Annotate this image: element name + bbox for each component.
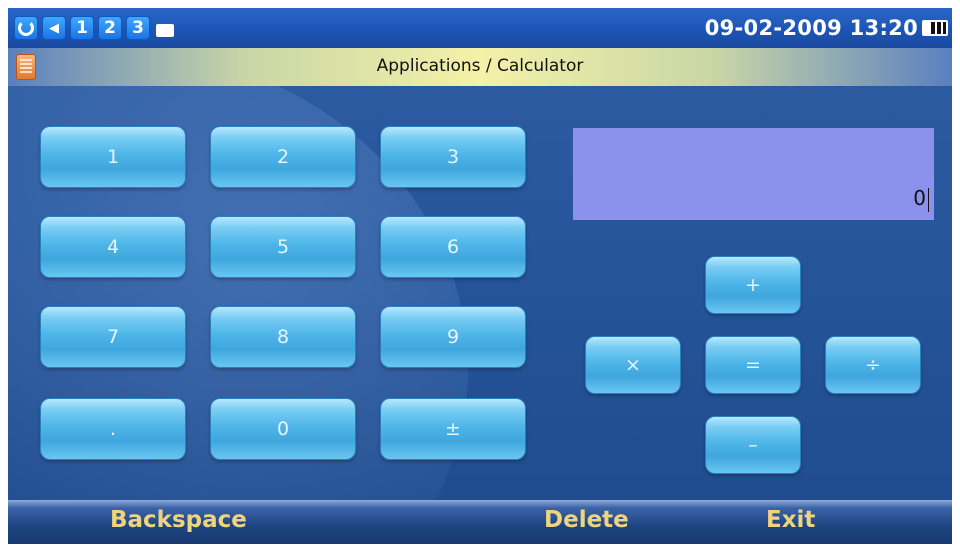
key-5[interactable]: 5	[210, 216, 356, 278]
speaker-icon[interactable]: ◀	[42, 16, 66, 40]
key-0[interactable]: 0	[210, 398, 356, 460]
device-screen: ◀ 1 2 3 09-02-2009 13:20 Applications / …	[0, 0, 960, 548]
status-bar: ◀ 1 2 3 09-02-2009 13:20	[8, 8, 952, 48]
key-8[interactable]: 8	[210, 306, 356, 368]
exit-softkey[interactable]: Exit	[766, 507, 815, 533]
line-2-icon[interactable]: 2	[98, 16, 122, 40]
key-plus-minus[interactable]: ±	[380, 398, 526, 460]
page-title: Applications / Calculator	[376, 56, 584, 76]
key-3[interactable]: 3	[380, 126, 526, 188]
envelope-icon[interactable]	[154, 16, 176, 38]
calculator-display: 0	[573, 128, 934, 220]
divide-button[interactable]: ÷	[825, 336, 921, 394]
key-9[interactable]: 9	[380, 306, 526, 368]
plus-button[interactable]: +	[705, 256, 801, 314]
key-decimal[interactable]: .	[40, 398, 186, 460]
key-7[interactable]: 7	[40, 306, 186, 368]
display-value: 0	[913, 186, 926, 210]
sync-icon[interactable]	[14, 16, 38, 40]
datetime: 09-02-2009 13:20	[704, 16, 918, 40]
backspace-softkey[interactable]: Backspace	[110, 507, 247, 533]
title-bar: Applications / Calculator	[8, 48, 952, 86]
app-frame: ◀ 1 2 3 09-02-2009 13:20 Applications / …	[8, 8, 952, 544]
key-4[interactable]: 4	[40, 216, 186, 278]
text-cursor	[928, 188, 929, 212]
delete-softkey[interactable]: Delete	[544, 507, 629, 533]
line-3-icon[interactable]: 3	[126, 16, 150, 40]
key-2[interactable]: 2	[210, 126, 356, 188]
multiply-button[interactable]: ×	[585, 336, 681, 394]
line-1-icon[interactable]: 1	[70, 16, 94, 40]
battery-icon	[922, 20, 948, 36]
key-6[interactable]: 6	[380, 216, 526, 278]
minus-button[interactable]: –	[705, 416, 801, 474]
key-1[interactable]: 1	[40, 126, 186, 188]
equals-button[interactable]: =	[705, 336, 801, 394]
softkey-bar: Backspace Delete Exit	[8, 500, 952, 544]
